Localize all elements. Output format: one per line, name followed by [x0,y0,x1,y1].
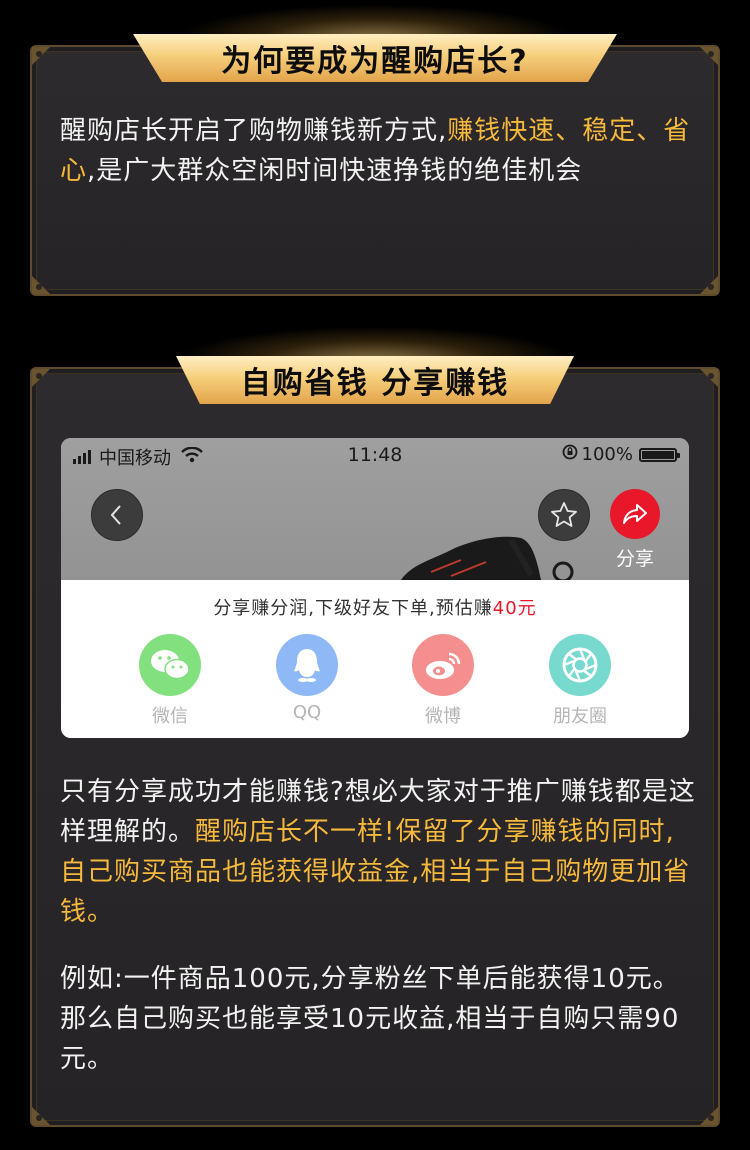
weibo-icon [412,634,474,696]
share-target-weibo[interactable]: 微博 [398,634,488,728]
battery-percent: 100% [581,444,633,465]
qq-icon [276,634,338,696]
section-why-text: 醒购店长开启了购物赚钱新方式,赚钱快速、稳定、省心,是广大群众空闲时间快速挣钱的… [60,111,700,191]
share-target-wechat[interactable]: 微信 [125,634,215,728]
wechat-icon [139,634,201,696]
share-target-label: 微信 [152,706,188,727]
back-button[interactable] [91,489,143,541]
status-bar: 中国移动 11:48 100% [61,438,689,472]
moments-icon [549,634,611,696]
share-target-label: 微博 [425,706,461,727]
share-button-label: 分享 [615,548,654,570]
share-button[interactable] [610,489,660,539]
share-arrow-icon [623,504,647,524]
earn-estimate-amount: 40元 [492,598,537,619]
corner-ornament-icon [686,1093,720,1127]
share-target-moments[interactable]: 朋友圈 [535,634,625,728]
share-target-qq[interactable]: QQ [262,634,352,723]
earn-estimate-prefix: 分享赚分润,下级好友下单,预估赚 [213,598,493,619]
product-image-area: 中国移动 11:48 100% 分享 [61,438,689,580]
share-target-label: QQ [292,702,322,723]
why-text-intro: 醒购店长开启了购物赚钱新方式, [60,116,448,146]
corner-ornament-icon [686,262,720,296]
phone-screenshot: 中国移动 11:48 100% 分享 分享赚分润,下级好友下单,预估赚40元 微… [61,438,689,738]
corner-ornament-icon [30,262,64,296]
corner-ornament-icon [686,367,720,401]
section-why-title: 为何要成为醒购店长? [133,34,617,82]
share-paragraph-2: 例如:一件商品100元,分享粉丝下单后能获得10元。那么自己购买也能享受10元收… [60,964,680,1074]
corner-ornament-icon [686,45,720,79]
rotation-lock-icon [562,444,578,465]
share-target-label: 朋友圈 [553,706,607,727]
corner-ornament-icon [30,367,64,401]
corner-ornament-icon [30,45,64,79]
why-text-rest: ,是广大群众空闲时间快速挣钱的绝佳机会 [87,156,583,186]
product-shoe-image [401,536,574,580]
earn-estimate-text: 分享赚分润,下级好友下单,预估赚40元 [61,594,689,620]
battery-icon [639,447,680,462]
corner-ornament-icon [30,1093,64,1127]
share-paragraph-1: 只有分享成功才能赚钱?想必大家对于推广赚钱都是这样理解的。醒购店长不一样!保留了… [60,772,700,932]
section-share-title: 自购省钱 分享赚钱 [176,356,574,404]
share-sheet: 分享赚分润,下级好友下单,预估赚40元 微信 QQ 微博 朋友圈 [61,580,689,738]
chevron-left-icon [110,505,121,525]
